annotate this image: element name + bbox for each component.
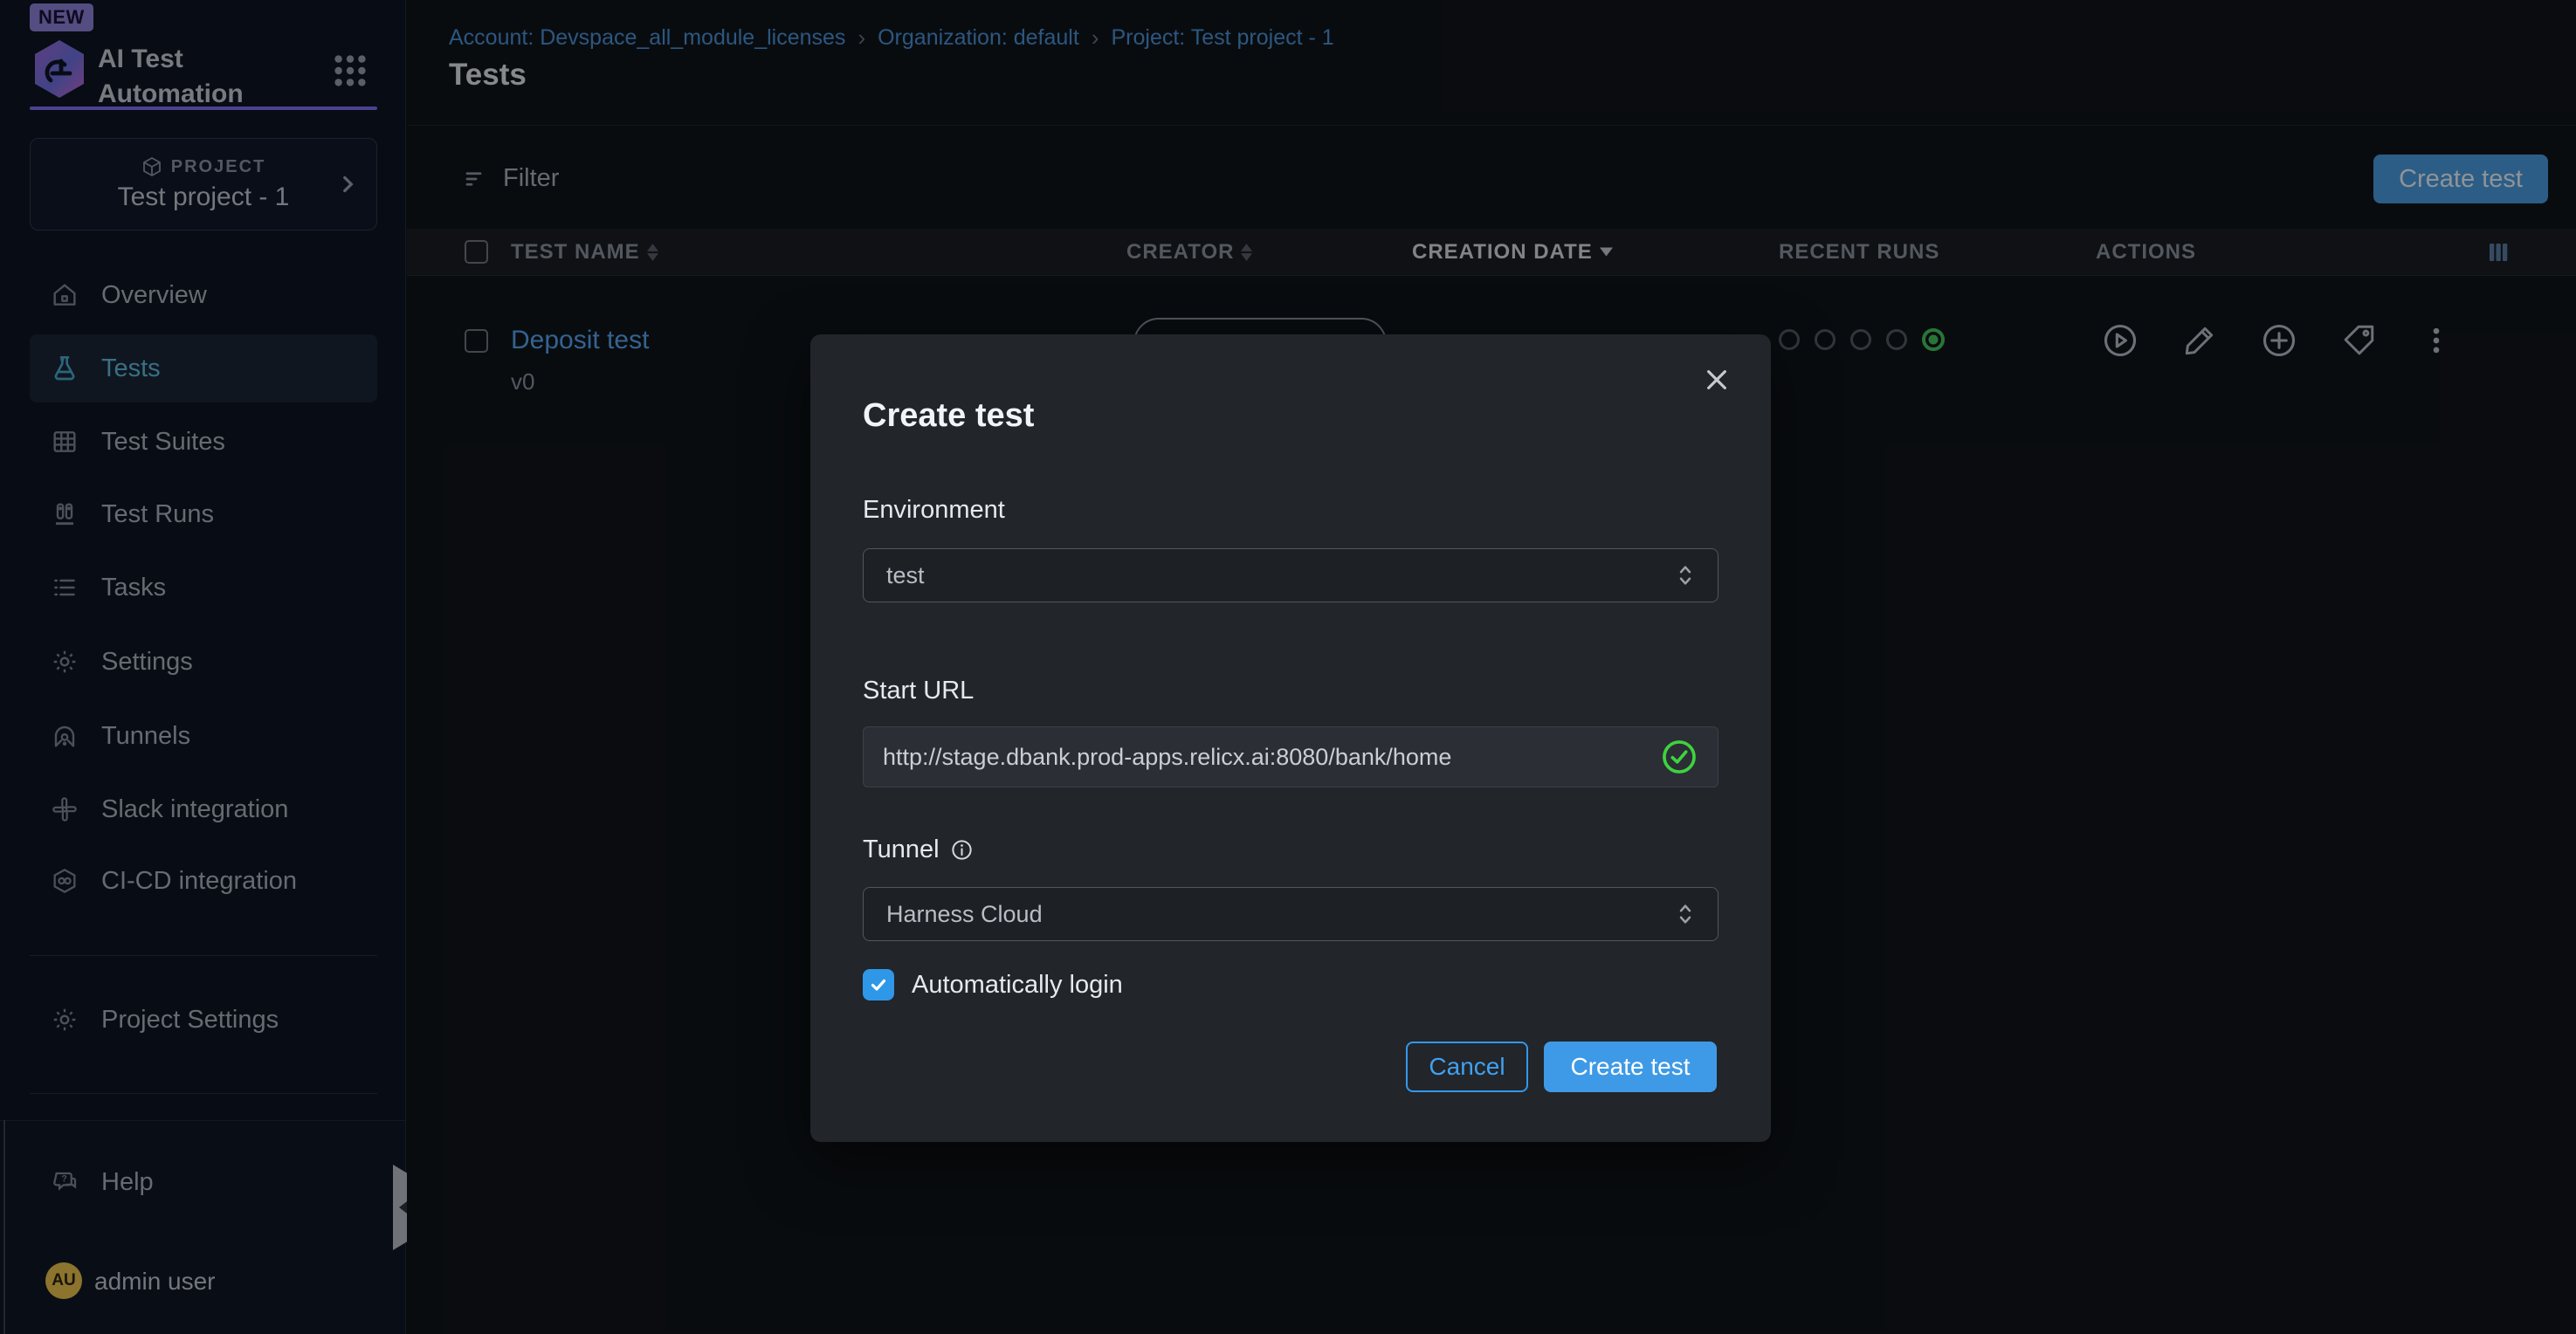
chevron-updown-icon (1676, 901, 1695, 927)
start-url-value: http://stage.dbank.prod-apps.relicx.ai:8… (883, 744, 1660, 771)
modal-title: Create test (863, 397, 1034, 435)
auto-login-row: Automatically login (863, 969, 1123, 1000)
modal-footer: Cancel Create test (1406, 1042, 1717, 1092)
tunnel-value: Harness Cloud (886, 901, 1676, 928)
environment-value: test (886, 562, 1676, 589)
info-icon[interactable] (950, 838, 974, 862)
app-screen: NEW AI Test Automation (0, 0, 2576, 1334)
close-icon[interactable] (1698, 361, 1736, 399)
create-test-modal: Create test Environment test Start URL h… (810, 334, 1771, 1142)
auto-login-label: Automatically login (912, 971, 1123, 1000)
auto-login-checkbox[interactable] (863, 969, 894, 1000)
chevron-updown-icon (1676, 562, 1695, 588)
tunnel-label: Tunnel (863, 835, 974, 864)
environment-select[interactable]: test (863, 548, 1718, 602)
environment-label: Environment (863, 496, 1005, 525)
tunnel-select[interactable]: Harness Cloud (863, 887, 1718, 941)
start-url-input[interactable]: http://stage.dbank.prod-apps.relicx.ai:8… (863, 726, 1718, 787)
valid-check-icon (1660, 738, 1698, 776)
modal-create-test-button[interactable]: Create test (1544, 1042, 1717, 1092)
start-url-label: Start URL (863, 677, 974, 705)
cancel-button[interactable]: Cancel (1406, 1042, 1528, 1092)
